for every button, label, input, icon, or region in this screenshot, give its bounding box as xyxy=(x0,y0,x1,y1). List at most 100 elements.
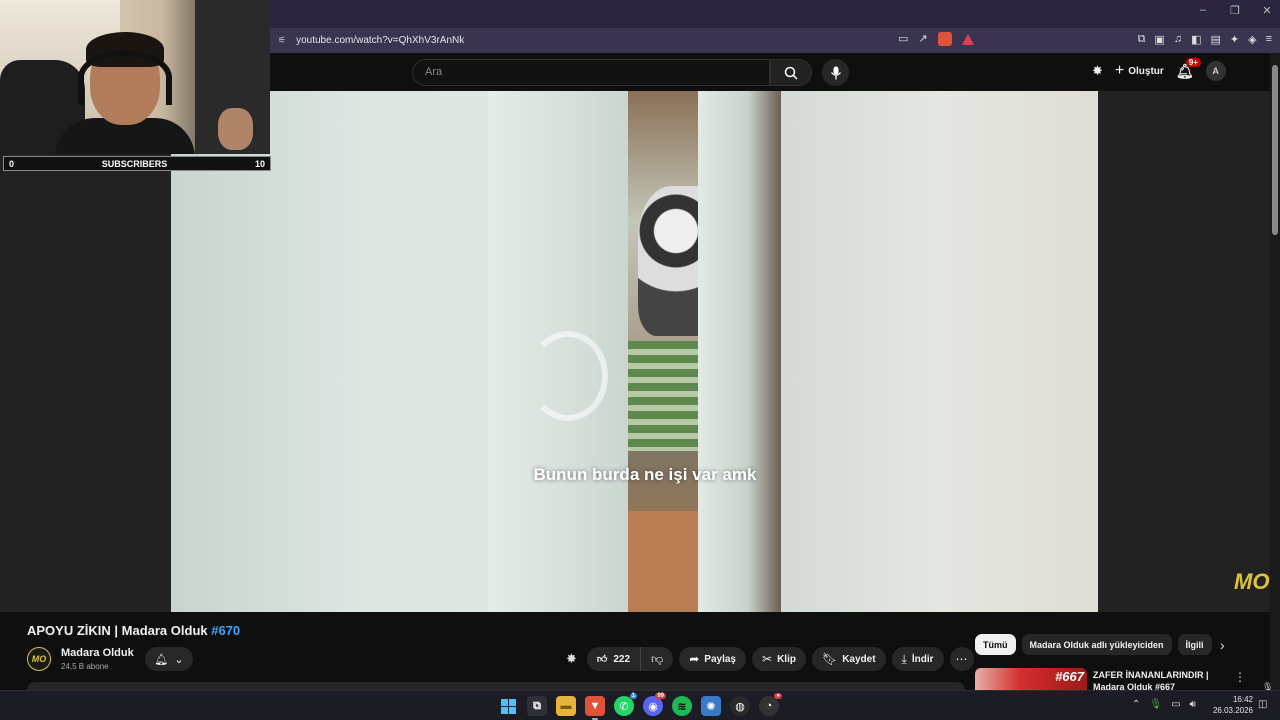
share-page-icon[interactable]: ↗ xyxy=(918,32,927,46)
bell-icon: 🔔︎ xyxy=(154,653,169,666)
site-settings-icon[interactable]: ⚟ xyxy=(278,35,286,46)
notification-center-icon[interactable]: ◫ xyxy=(1258,699,1267,710)
notifications-button[interactable]: 🔔︎ 9+ xyxy=(1176,57,1201,80)
subscriber-goal-end: 10 xyxy=(254,158,265,169)
system-tray: ⌃ 🎙︎ ▭ 🔊︎ xyxy=(1132,699,1196,710)
video-frame xyxy=(488,91,781,612)
like-button[interactable]: 👍︎ 222 xyxy=(587,647,642,671)
whatsapp-icon[interactable]: ✆ 1 xyxy=(614,693,637,716)
create-button[interactable]: + Oluştur xyxy=(1115,62,1164,80)
more-actions-button[interactable]: ⋯ xyxy=(949,647,974,671)
channel-subscriber-count: 24,5 B abone xyxy=(61,662,109,671)
gemini-sparkle-icon[interactable]: ✸ xyxy=(1092,63,1103,79)
brave-browser-icon[interactable]: ▼ xyxy=(585,696,605,720)
ask-ai-icon[interactable]: ✸ xyxy=(562,651,581,667)
webcam-overlay xyxy=(0,0,270,154)
windows-logo-icon xyxy=(500,698,516,714)
address-bar[interactable]: ⚟ youtube.com/watch?v=QhXhV3rAnNk xyxy=(270,30,990,51)
subscription-bell-button[interactable]: 🔔︎ ⌄ xyxy=(145,647,193,671)
chip-related[interactable]: İlgili xyxy=(1177,634,1212,655)
chip-all[interactable]: Tümü xyxy=(975,634,1016,655)
video-details: APOYU ZİKIN | Madara Olduk #670 MO Madar… xyxy=(0,612,1270,692)
clip-label: Klip xyxy=(777,653,796,665)
chevron-right-icon[interactable]: › xyxy=(1220,637,1225,653)
discord-icon[interactable]: ◉ 99 xyxy=(643,693,666,716)
cast-icon[interactable]: ▭ xyxy=(898,32,908,46)
download-button[interactable]: ⤓ İndir xyxy=(891,647,944,671)
microphone-icon xyxy=(830,66,841,79)
obs-icon[interactable]: ◍ xyxy=(730,696,750,716)
volume-icon[interactable]: 🔊︎ xyxy=(1190,699,1196,710)
share-icon: ➦ xyxy=(689,652,700,666)
wallet-icon[interactable]: ▤ xyxy=(1210,33,1220,46)
bookmark-icon: 🔖︎ xyxy=(821,652,838,666)
mic-tray-icon[interactable]: 🎙︎ xyxy=(1149,699,1162,710)
thumbs-up-icon: 👍︎ xyxy=(596,654,608,665)
search-input[interactable]: Ara xyxy=(412,59,770,86)
like-count: 222 xyxy=(613,653,631,665)
more-vertical-icon[interactable]: ⋮ xyxy=(1234,670,1246,684)
leo-ai-icon[interactable]: ✦ xyxy=(1230,33,1239,46)
recommended-video-thumbnail[interactable]: #667 xyxy=(975,668,1087,690)
page-scrollbar[interactable] xyxy=(1270,53,1280,690)
youtube-header: Ara ✸ + Oluştur 🔔︎ 9+ A xyxy=(270,53,1270,91)
brave-shields-icon[interactable] xyxy=(937,32,952,46)
channel-watermark[interactable]: MO xyxy=(1234,569,1269,595)
whatsapp-badge: 1 xyxy=(629,693,637,699)
door-swirl-decoration xyxy=(528,331,608,421)
recording-app-icon[interactable]: ◔ ● xyxy=(759,693,782,716)
clip-button[interactable]: ✂ Klip xyxy=(752,647,806,671)
network-icon[interactable]: ▭ xyxy=(1171,699,1180,710)
subscriber-goal-label: SUBSCRIBERS xyxy=(101,158,168,169)
save-button[interactable]: 🔖︎ Kaydet xyxy=(811,647,886,671)
close-window-button[interactable]: ✕ xyxy=(1260,4,1274,17)
screenshot-icon[interactable]: ▣ xyxy=(1154,33,1164,46)
chevron-up-icon[interactable]: ⌃ xyxy=(1132,699,1140,710)
more-horizontal-icon: ⋯ xyxy=(955,652,968,666)
brave-rewards-icon[interactable] xyxy=(961,34,974,45)
start-button[interactable] xyxy=(498,696,518,716)
taskbar-apps: ⧉ ▬ ▼ ✆ 1 ◉ 99 ≋ ✺ ◍ ◔ ● xyxy=(498,693,782,720)
header-actions: ✸ + Oluştur 🔔︎ 9+ A xyxy=(1092,57,1226,81)
spotify-icon[interactable]: ≋ xyxy=(672,696,692,716)
task-view-icon[interactable]: ⧉ xyxy=(527,696,547,716)
file-explorer-icon[interactable]: ▬ xyxy=(556,696,576,716)
download-icon: ⤓ xyxy=(901,651,907,666)
maximize-button[interactable]: ❐ xyxy=(1228,4,1242,17)
subscriber-goal-bar: 0 SUBSCRIBERS 10 xyxy=(3,156,271,171)
vpn-icon[interactable]: ◈ xyxy=(1248,33,1256,46)
windows-taskbar: ⧉ ▬ ▼ ✆ 1 ◉ 99 ≋ ✺ ◍ ◔ ● ⌃ 🎙︎ ▭ 🔊︎ 16:42 26… xyxy=(0,690,1280,720)
thumbs-down-icon: 👎︎ xyxy=(651,651,664,666)
system-clock[interactable]: 16:42 26.03.2026 xyxy=(1208,694,1253,716)
menu-icon[interactable]: ≡ xyxy=(1266,33,1272,46)
chevron-down-icon: ⌄ xyxy=(174,653,184,666)
channel-name[interactable]: Madara Olduk xyxy=(61,647,134,659)
account-avatar[interactable]: A xyxy=(1205,61,1226,81)
scrollbar-thumb[interactable] xyxy=(1272,65,1278,235)
app-blue-icon[interactable]: ✺ xyxy=(701,696,721,716)
download-label: İndir xyxy=(911,653,934,665)
headphones xyxy=(78,50,172,105)
chip-from-uploader[interactable]: Madara Olduk adlı yükleyiciden xyxy=(1021,634,1172,655)
minimize-button[interactable]: – xyxy=(1196,4,1210,17)
dislike-button[interactable]: 👎︎ xyxy=(641,647,673,671)
address-bar-icons: ▭ ↗ xyxy=(898,32,974,46)
video-actions: ✸ 👍︎ 222 👎︎ ➦ Paylaş ✂ Klip 🔖︎ Kaydet ⤓ İndir… xyxy=(562,647,974,671)
media-icon[interactable]: ♫ xyxy=(1174,33,1182,46)
voice-search-button[interactable] xyxy=(822,59,849,86)
recommendation-chips: Tümü Madara Olduk adlı yükleyiciden İlgi… xyxy=(975,634,1212,655)
like-dislike-group: 👍︎ 222 👎︎ xyxy=(586,647,674,671)
save-label: Kaydet xyxy=(842,653,876,665)
video-blur-right xyxy=(781,91,1098,612)
search-button[interactable] xyxy=(770,59,812,86)
channel-avatar[interactable]: MO xyxy=(27,647,51,671)
video-hashtag[interactable]: #670 xyxy=(211,623,240,638)
extensions-icon[interactable]: ⧉ xyxy=(1138,33,1146,46)
share-button[interactable]: ➦ Paylaş xyxy=(679,647,746,671)
sidebar-icon[interactable]: ◧ xyxy=(1191,33,1201,46)
video-title: APOYU ZİKIN | Madara Olduk #670 xyxy=(27,623,240,638)
url-text[interactable]: youtube.com/watch?v=QhXhV3rAnNk xyxy=(296,35,464,46)
discord-badge: 99 xyxy=(655,693,666,699)
browser-toolbar: ⚟ youtube.com/watch?v=QhXhV3rAnNk ▭ ↗ ⧉ … xyxy=(270,28,1280,53)
recording-badge: ● xyxy=(774,693,782,699)
